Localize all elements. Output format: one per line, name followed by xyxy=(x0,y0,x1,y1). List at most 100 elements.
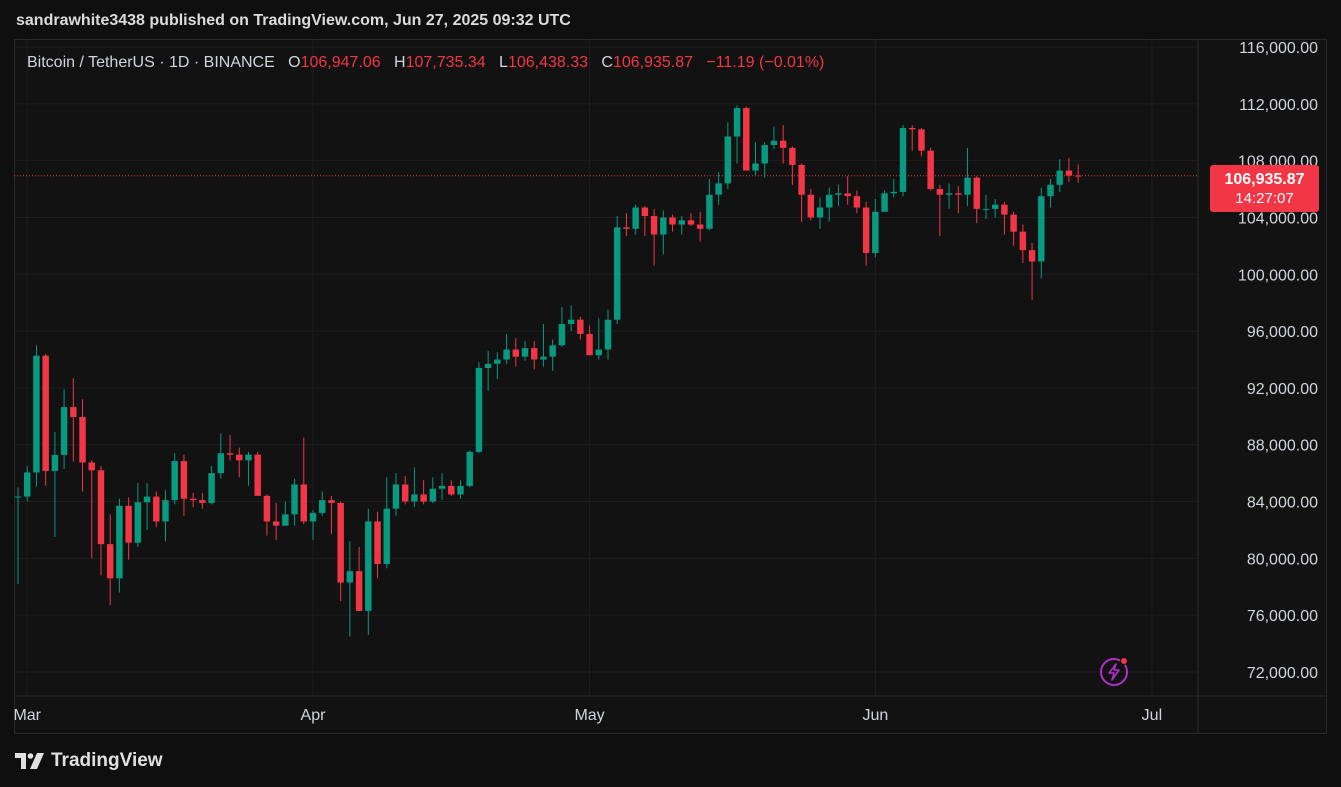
grid-lines xyxy=(14,39,1198,696)
candle-body xyxy=(660,217,667,235)
candle-body xyxy=(706,194,713,229)
time-tick-label: May xyxy=(574,707,604,724)
candle xyxy=(1074,164,1082,183)
candle-body xyxy=(826,194,833,208)
time-tick-label: Jul xyxy=(1142,707,1162,724)
candle xyxy=(918,127,925,157)
candle-body xyxy=(411,494,418,502)
open-value: 106,947.06 xyxy=(300,54,381,71)
candle-body xyxy=(180,461,188,499)
candle-body xyxy=(33,355,40,473)
candle-body xyxy=(927,150,934,190)
candle-body xyxy=(1001,204,1008,215)
last-price-tag: 106,935.87 14:27:07 xyxy=(1210,165,1319,212)
candle xyxy=(401,475,409,505)
candle-body xyxy=(1028,250,1036,262)
candle-body xyxy=(521,348,529,357)
low-label: L xyxy=(499,54,508,71)
candle xyxy=(991,198,999,218)
candle-body xyxy=(724,136,732,184)
candle-body xyxy=(420,494,427,502)
candle xyxy=(964,147,971,207)
candle-body xyxy=(890,191,898,194)
close-label: C xyxy=(601,54,613,71)
tradingview-logo[interactable]: TradingView xyxy=(15,750,163,772)
price-tick-label: 100,000.00 xyxy=(1238,267,1318,284)
candle xyxy=(1010,211,1017,246)
price-tick-label: 112,000.00 xyxy=(1239,97,1318,114)
candle xyxy=(1019,224,1027,263)
candle xyxy=(346,541,354,637)
price-tick-label: 80,000.00 xyxy=(1247,551,1318,568)
candle xyxy=(927,147,934,191)
candle xyxy=(60,389,68,469)
candle-body xyxy=(153,496,160,522)
candle-body xyxy=(816,207,824,218)
candle xyxy=(291,478,298,526)
candle xyxy=(641,206,649,236)
time-axis[interactable]: Mar Apr May Jun Jul xyxy=(14,707,1162,724)
high-label: H xyxy=(394,54,406,71)
candle-body xyxy=(918,129,925,151)
candle xyxy=(272,502,280,540)
candle xyxy=(33,345,40,487)
candle-body xyxy=(650,216,658,235)
candle-body xyxy=(733,108,741,137)
candle xyxy=(567,305,575,332)
candle-body xyxy=(595,349,603,356)
change-value: −11.19 (−0.01%) xyxy=(706,54,825,71)
candle xyxy=(531,341,538,370)
candle-body xyxy=(779,140,787,148)
lightning-icon[interactable] xyxy=(1099,656,1129,686)
candle xyxy=(945,183,953,209)
candle-body xyxy=(696,224,704,229)
high-value: 107,735.34 xyxy=(405,54,486,71)
candle-body xyxy=(512,349,520,357)
candle-body xyxy=(309,512,317,522)
candle xyxy=(1038,187,1045,279)
candle xyxy=(383,477,390,569)
candle xyxy=(300,437,308,525)
candle xyxy=(217,433,225,479)
candle-body xyxy=(401,484,409,502)
price-tick-label: 92,000.00 xyxy=(1247,381,1318,398)
candle-body xyxy=(429,488,437,502)
candle-body xyxy=(789,147,796,165)
tradingview-logo-icon xyxy=(15,753,44,769)
candle-body xyxy=(715,183,722,195)
candle xyxy=(955,186,962,214)
candle xyxy=(70,377,77,462)
symbol-label[interactable]: Bitcoin / TetherUS · 1D · BINANCE xyxy=(27,54,275,71)
candle xyxy=(586,325,593,356)
ohlc-legend: Bitcoin / TetherUS · 1D · BINANCE O106,9… xyxy=(27,54,824,72)
candle-body xyxy=(475,368,483,452)
candle-body xyxy=(42,355,49,472)
price-tick-label: 96,000.00 xyxy=(1247,324,1318,341)
candlestick-chart[interactable]: 72,000.00 76,000.00 80,000.00 84,000.00 88,0… xyxy=(14,39,1327,734)
candle-body xyxy=(346,571,354,583)
candle xyxy=(872,198,879,258)
candle-body xyxy=(438,485,446,489)
price-axis[interactable]: 72,000.00 76,000.00 80,000.00 84,000.00 88,0… xyxy=(1238,40,1318,682)
candle-body xyxy=(899,127,907,192)
candle xyxy=(134,483,142,547)
candle xyxy=(650,208,658,266)
candle xyxy=(226,434,234,461)
candle xyxy=(899,125,907,197)
candle xyxy=(318,491,326,516)
time-tick-label: Mar xyxy=(14,707,42,724)
candle-body xyxy=(1065,170,1073,176)
candle-body xyxy=(236,454,243,461)
candle xyxy=(503,333,510,364)
price-tick-label: 88,000.00 xyxy=(1247,438,1318,455)
candle-body xyxy=(531,348,538,360)
publisher-header: sandrawhite3438 published on TradingView… xyxy=(16,12,571,29)
candle-body xyxy=(1047,184,1054,197)
candle-body xyxy=(669,217,676,225)
candle xyxy=(982,194,990,219)
last-price-value: 106,935.87 xyxy=(1224,170,1305,188)
candle-body xyxy=(14,496,22,498)
candle xyxy=(853,190,861,214)
candle-body xyxy=(60,407,68,455)
candle xyxy=(328,495,335,535)
